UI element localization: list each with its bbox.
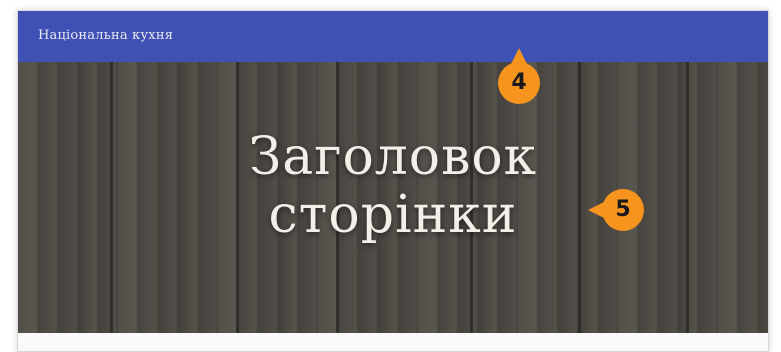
navbar-brand-link[interactable]: Національна кухня xyxy=(38,28,173,43)
hero-title: Заголовок сторінки xyxy=(18,128,768,244)
callout-marker-title: 5 xyxy=(588,189,644,231)
callout-marker-navbar: 4 xyxy=(498,48,540,104)
navbar: Національна кухня xyxy=(18,11,768,62)
hero-section: Заголовок сторінки xyxy=(18,62,768,333)
page-preview: Національна кухня Заголовок сторінки xyxy=(17,10,769,352)
hero-title-line-1: Заголовок xyxy=(248,127,538,187)
hero-title-line-2: сторінки xyxy=(268,185,518,245)
content-area xyxy=(18,333,768,351)
